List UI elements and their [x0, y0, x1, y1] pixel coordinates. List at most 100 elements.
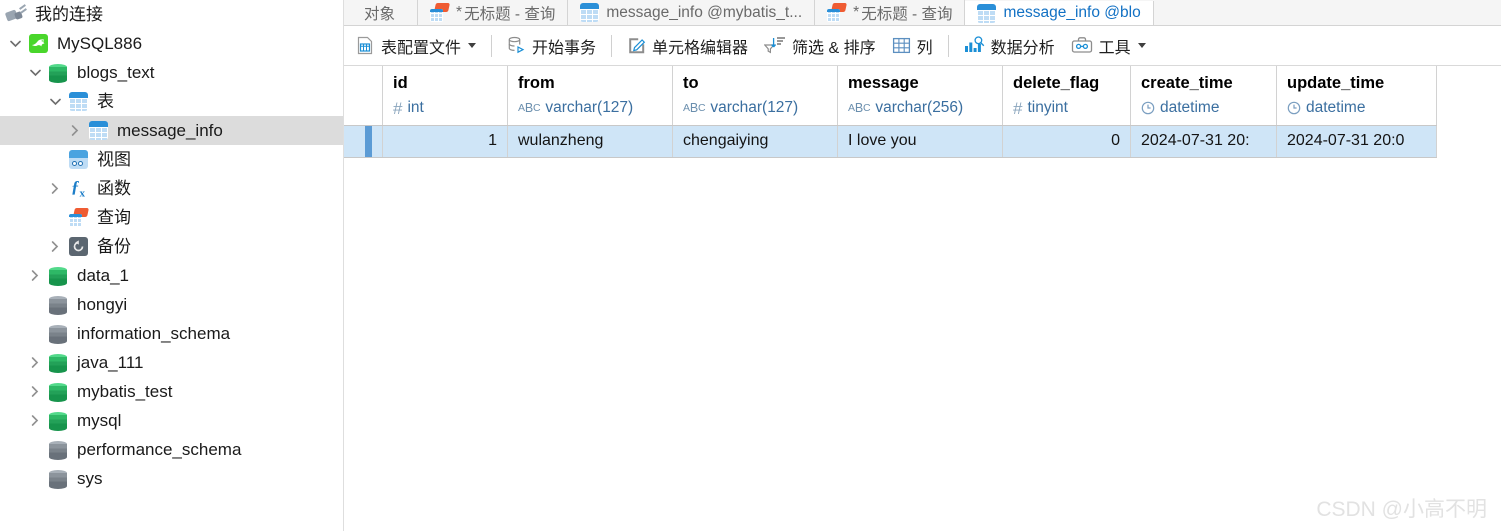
chevron-right-icon[interactable]: [24, 415, 46, 426]
row-marker-header: [344, 66, 383, 126]
chevron-down-icon[interactable]: [1137, 43, 1146, 48]
chevron-down-icon[interactable]: [44, 98, 66, 106]
tree-item-label: message_info: [117, 121, 223, 140]
column-header-update_time[interactable]: update_time datetime: [1276, 66, 1437, 126]
toolbar-button-1[interactable]: 开始事务: [499, 31, 604, 61]
tree-item-mybatis_test[interactable]: mybatis_test: [0, 377, 343, 406]
database-green-icon: [46, 63, 70, 83]
database-green-icon: [46, 411, 70, 431]
editor-tab-4[interactable]: message_info @blo: [965, 1, 1154, 25]
tree-item-label: mybatis_test: [77, 382, 173, 401]
chevron-right-icon[interactable]: [24, 270, 46, 281]
column-header-name: message: [848, 74, 919, 92]
text-type-icon: ABC: [518, 101, 541, 115]
editor-tab-label: message_info @mybatis_t...: [606, 3, 803, 21]
tree-item-[interactable]: 备份: [0, 232, 343, 261]
connection-tree-sidebar[interactable]: 我的连接 MySQL886 blogs_text 表 message_info 视图 ƒx…: [0, 0, 344, 531]
chevron-down-icon[interactable]: [4, 40, 26, 48]
column-type-label: datetime: [1306, 99, 1366, 116]
tree-item-label: 视图: [97, 150, 131, 169]
nav icat-window: 我的连接 MySQL886 blogs_text 表 message_info 视图 ƒx…: [0, 0, 1501, 531]
tree-item-hongyi[interactable]: hongyi: [0, 290, 343, 319]
tree-item-label: MySQL886: [57, 34, 143, 53]
data-grid-toolbar[interactable]: 表配置文件 开始事务 单元格编辑器 筛选 & 排序 列 数据分析 工具: [344, 26, 1501, 66]
chevron-down-icon[interactable]: [24, 69, 46, 77]
editor-tab-2[interactable]: message_info @mybatis_t...: [568, 0, 816, 25]
toolbar-button-5[interactable]: 数据分析: [956, 31, 1063, 61]
tree-item-message_info[interactable]: message_info: [0, 116, 343, 145]
tree-item-[interactable]: ƒx 函数: [0, 174, 343, 203]
toolbar-button-label: 工具: [1098, 39, 1131, 57]
editor-tab-0[interactable]: 对象: [344, 0, 419, 25]
tree-item-information_schema[interactable]: information_schema: [0, 319, 343, 348]
tree-item-label: sys: [77, 469, 103, 488]
tree-item-sys[interactable]: sys: [0, 464, 343, 493]
tree-item-java_111[interactable]: java_111: [0, 348, 343, 377]
data-grid[interactable]: id # int from A B Cvarchar(127) to A B Cvarchar(12…: [344, 66, 1501, 158]
cell-delete_flag[interactable]: 0: [1002, 125, 1131, 158]
chevron-right-icon[interactable]: [24, 357, 46, 368]
toolbar-separator: [611, 34, 613, 57]
tree-root-my-connections[interactable]: 我的连接: [0, 0, 343, 29]
editor-tab-1[interactable]: * 无标题 - 查询: [418, 0, 569, 25]
cell-message[interactable]: I love you: [837, 125, 1003, 158]
tree-item-label: performance_schema: [77, 440, 242, 459]
data-grid-body[interactable]: 1 wulanzheng chengaiying I love you 0 2024-07…: [344, 125, 1437, 158]
cell-id[interactable]: 1: [382, 125, 508, 158]
toolbar-button-3[interactable]: 筛选 & 排序: [756, 31, 884, 61]
row-selection-marker[interactable]: [344, 125, 383, 158]
mysql-dolphin-icon: [26, 34, 50, 54]
editor-tab-bar[interactable]: 对象 * 无标题 - 查询 message_info @mybatis_t... * 无标…: [344, 0, 1501, 26]
main-panel: 对象 * 无标题 - 查询 message_info @mybatis_t... * 无标…: [344, 0, 1501, 531]
tree-item-[interactable]: 视图: [0, 145, 343, 174]
query-icon: [827, 3, 848, 22]
column-header-to[interactable]: to A B C varchar(127): [672, 66, 838, 126]
tree-item-MySQL886[interactable]: MySQL886: [0, 29, 343, 58]
column-header-type: A B C varchar(127): [683, 98, 837, 118]
tree-item-[interactable]: 表: [0, 87, 343, 116]
tree-item-[interactable]: 查询: [0, 203, 343, 232]
query-icon: [66, 208, 90, 228]
column-header-type: # tinyint: [1013, 98, 1130, 118]
tree-item-blogs_text[interactable]: blogs_text: [0, 58, 343, 87]
column-header-from[interactable]: from A B C varchar(127): [507, 66, 673, 126]
toolbar-button-4[interactable]: 列: [884, 31, 941, 61]
cell-from[interactable]: wulanzheng: [507, 125, 673, 158]
tree-item-mysql[interactable]: mysql: [0, 406, 343, 435]
toolbar-button-label: 列: [916, 39, 933, 57]
column-header-row[interactable]: id # int from A B Cvarchar(127) to A B Cvarchar(12…: [344, 66, 1437, 126]
view-icon: [66, 150, 90, 170]
tree-root-label: 我的连接: [35, 5, 103, 24]
column-header-name: delete_flag: [1013, 74, 1100, 92]
column-header-name: id: [393, 74, 408, 92]
chevron-right-icon[interactable]: [24, 386, 46, 397]
data-grid-table[interactable]: id # int from A B Cvarchar(127) to A B Cvarchar(12…: [344, 66, 1437, 158]
tree-item-data_1[interactable]: data_1: [0, 261, 343, 290]
cell-update_time[interactable]: 2024-07-31 20:0: [1276, 125, 1437, 158]
chevron-right-icon[interactable]: [64, 125, 86, 136]
column-header-create_time[interactable]: create_time datetime: [1130, 66, 1277, 126]
column-header-name: create_time: [1141, 74, 1233, 92]
tree-item-label: hongyi: [77, 295, 128, 314]
query-icon: [430, 3, 450, 22]
data-analysis-icon: [964, 36, 985, 55]
cell-to[interactable]: chengaiying: [672, 125, 838, 158]
table-row[interactable]: 1 wulanzheng chengaiying I love you 0 2024-07…: [344, 125, 1437, 158]
column-header-id[interactable]: id # int: [382, 66, 508, 126]
editor-tab-3[interactable]: * 无标题 - 查询: [815, 0, 966, 25]
toolbar-button-2[interactable]: 单元格编辑器: [619, 31, 756, 61]
chevron-right-icon[interactable]: [44, 183, 66, 194]
column-header-name: from: [518, 74, 555, 92]
toolbar-button-0[interactable]: 表配置文件: [348, 31, 484, 61]
tree-item-performance_schema[interactable]: performance_schema: [0, 435, 343, 464]
column-header-message[interactable]: message A B C varchar(256): [837, 66, 1003, 126]
table-icon: [977, 3, 997, 23]
chevron-down-icon[interactable]: [468, 43, 477, 48]
toolbar-button-6[interactable]: 工具: [1063, 31, 1154, 61]
toolbar-button-label: 单元格编辑器: [652, 39, 749, 57]
cell-create_time[interactable]: 2024-07-31 20:: [1130, 125, 1277, 158]
column-header-delete_flag[interactable]: delete_flag # tinyint: [1002, 66, 1131, 126]
column-type-label: tinyint: [1027, 99, 1068, 116]
chevron-right-icon[interactable]: [44, 241, 66, 252]
column-header-type: datetime: [1141, 98, 1276, 118]
